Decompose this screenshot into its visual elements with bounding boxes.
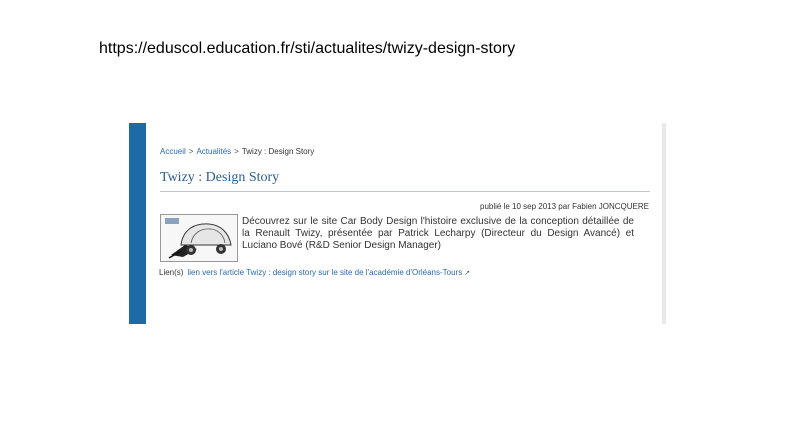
breadcrumb-separator: > — [188, 147, 194, 156]
publication-info: publié le 10 sep 2013 par Fabien JONCQUE… — [480, 202, 649, 211]
title-divider — [160, 191, 650, 192]
external-link-icon[interactable]: ↗ — [464, 269, 470, 277]
breadcrumb-current: Twizy : Design Story — [241, 147, 315, 156]
webpage-screenshot: Accueil > Actualités > Twizy : Design Story … — [129, 123, 666, 324]
breadcrumb-news-link[interactable]: Actualités — [196, 147, 231, 156]
twizy-car-sketch-icon[interactable] — [160, 214, 238, 262]
breadcrumb-home-link[interactable]: Accueil — [160, 147, 186, 156]
links-label: Lien(s) — [159, 268, 184, 277]
scrollbar-edge — [662, 123, 666, 324]
url-caption: https://eduscol.education.fr/sti/actuali… — [99, 40, 516, 57]
page-title: Twizy : Design Story — [160, 170, 280, 185]
breadcrumb-separator: > — [234, 147, 239, 156]
breadcrumb: Accueil > Actualités > Twizy : Design Story — [160, 147, 314, 156]
links-row: Lien(s) lien vers l'article Twizy : desig… — [159, 268, 470, 277]
article-description: Découvrez sur le site Car Body Design l'… — [242, 216, 634, 251]
article-external-link[interactable]: lien vers l'article Twizy : design story… — [187, 268, 462, 277]
sidebar-bar — [129, 123, 146, 324]
